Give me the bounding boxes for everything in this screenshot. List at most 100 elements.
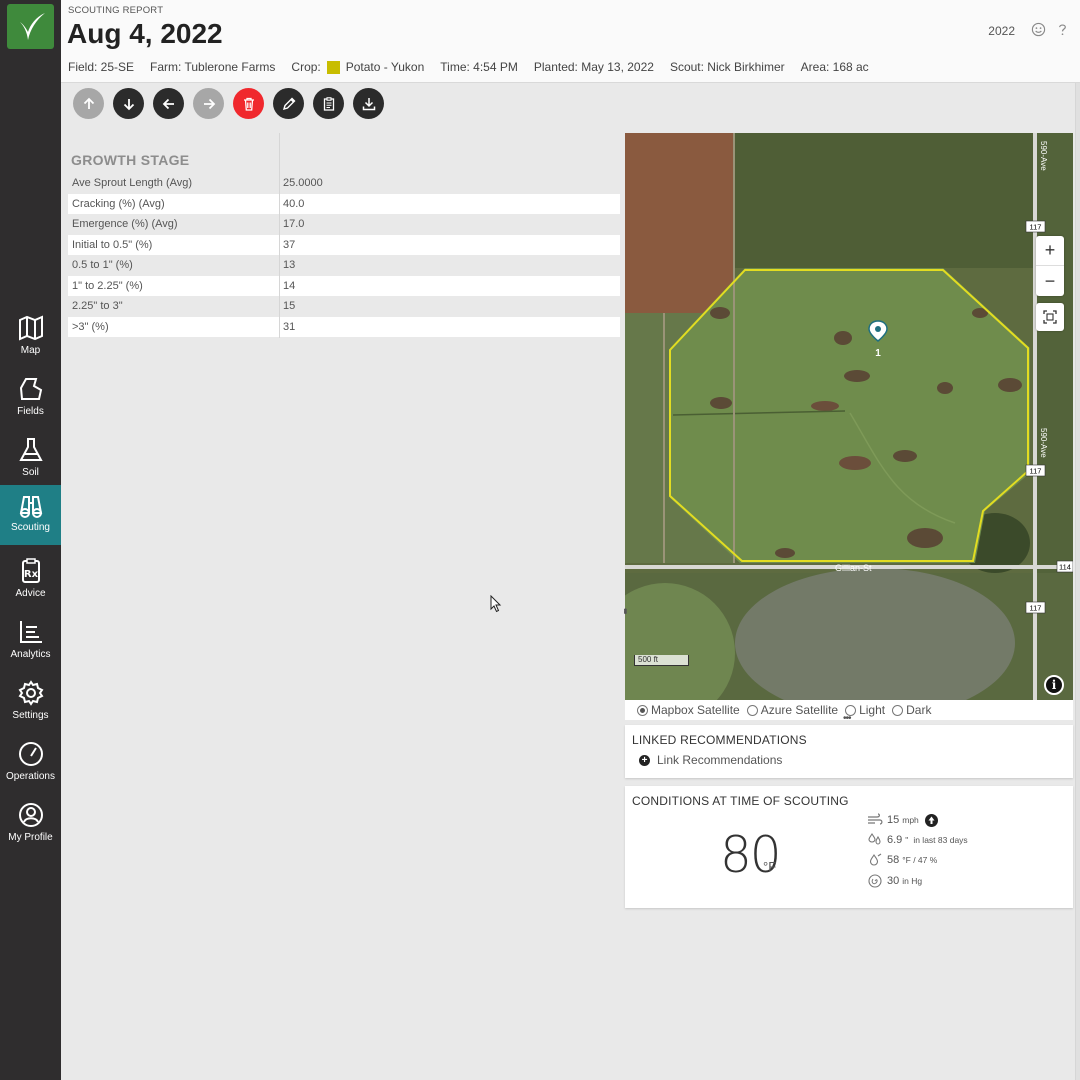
sidebar-item-analytics[interactable]: Analytics bbox=[0, 612, 61, 672]
meta-scout: Scout: Nick Birkhimer bbox=[669, 60, 785, 74]
precipitation-value: 6.9 bbox=[887, 834, 903, 846]
linked-recommendations-card: LINKED RECOMMENDATIONS + Link Recommenda… bbox=[625, 725, 1073, 778]
clipboard-button[interactable] bbox=[313, 88, 344, 119]
conditions-card: CONDITIONS AT TIME OF SCOUTING 80 °F 15 … bbox=[625, 786, 1073, 908]
trash-icon bbox=[243, 97, 254, 111]
zoom-in-button[interactable]: + bbox=[1036, 236, 1064, 266]
sidebar-item-label: My Profile bbox=[8, 832, 53, 843]
arrow-down-icon bbox=[123, 98, 134, 110]
pressure-value: 30 bbox=[887, 875, 900, 887]
download-button[interactable] bbox=[353, 88, 384, 119]
sidebar-item-settings[interactable]: Settings bbox=[0, 673, 61, 733]
smiley-feedback-icon[interactable] bbox=[1031, 22, 1046, 37]
road-label-gillian: Gillian-St bbox=[835, 563, 872, 573]
map-info-button[interactable]: i bbox=[1044, 675, 1064, 695]
row-label: >3" (%) bbox=[72, 320, 109, 333]
sidebar: Map Fields Soil Scouting Rx Advice Analy… bbox=[0, 0, 61, 1080]
sidebar-item-label: Scouting bbox=[11, 522, 50, 533]
card-title: LINKED RECOMMENDATIONS bbox=[632, 733, 807, 747]
meta-field: Field: 25-SE bbox=[68, 60, 135, 74]
binoculars-icon bbox=[19, 496, 42, 518]
delete-button[interactable] bbox=[233, 88, 264, 119]
basemap-option-dark[interactable]: Dark bbox=[892, 703, 931, 717]
row-value: 31 bbox=[283, 320, 296, 333]
sidebar-item-label: Analytics bbox=[10, 649, 51, 660]
field-icon bbox=[19, 378, 42, 400]
satellite-imagery: Gillian-St 590-Ave 590-Ave 117 117 117 1… bbox=[625, 133, 1073, 700]
panel-resize-handle[interactable]: ••• bbox=[843, 713, 851, 724]
meta-time: Time: 4:54 PM bbox=[440, 60, 518, 74]
sidebar-item-scouting[interactable]: Scouting bbox=[0, 485, 61, 545]
sidebar-item-map[interactable]: Map bbox=[0, 308, 61, 368]
report-header: SCOUTING REPORT Aug 4, 2022 Field: 25-SE… bbox=[61, 0, 1080, 83]
link-recommendations-button[interactable]: + Link Recommendations bbox=[625, 747, 1073, 773]
row-value: 25.0000 bbox=[283, 177, 323, 190]
table-row: Cracking (%) (Avg) 40.0 bbox=[68, 193, 620, 214]
pressure-reading: 30 in Hg bbox=[867, 874, 922, 888]
basemap-option-label: Dark bbox=[906, 703, 932, 717]
basemap-option-azure-satellite[interactable]: Azure Satellite bbox=[746, 703, 839, 717]
precipitation-reading: 6.9 " in last 83 days bbox=[867, 833, 968, 847]
dewpoint-value: 58 bbox=[887, 854, 900, 866]
sidebar-item-operations[interactable]: Operations bbox=[0, 734, 61, 794]
flask-icon bbox=[18, 438, 43, 461]
arrow-right-icon bbox=[203, 98, 215, 109]
wind-speed: 15 bbox=[887, 814, 900, 826]
row-label: 2.25" to 3" bbox=[72, 300, 123, 313]
growth-stage-table: GROWTH STAGE Ave Sprout Length (Avg) 25.0… bbox=[68, 133, 620, 338]
app-logo[interactable] bbox=[7, 4, 54, 49]
arrow-up-icon bbox=[83, 97, 94, 109]
sidebar-item-my-profile[interactable]: My Profile bbox=[0, 795, 61, 855]
route-shield-117: 117 bbox=[1030, 467, 1042, 476]
precipitation-unit: " bbox=[905, 835, 909, 845]
table-row: Emergence (%) (Avg) 17.0 bbox=[68, 214, 620, 235]
fit-bounds-button[interactable] bbox=[1036, 303, 1064, 331]
wind-reading: 15 mph bbox=[867, 813, 942, 827]
map-icon bbox=[18, 315, 43, 341]
clipboard-icon bbox=[323, 96, 334, 111]
sidebar-item-soil[interactable]: Soil bbox=[0, 430, 61, 490]
plus-circle-icon: + bbox=[639, 754, 650, 766]
row-value: 17.0 bbox=[283, 218, 305, 231]
report-meta: Field: 25-SE Farm: Tublerone Farms Crop:… bbox=[68, 60, 885, 74]
meta-area: Area: 168 ac bbox=[800, 60, 869, 74]
satellite-map[interactable]: Gillian-St 590-Ave 590-Ave 117 117 117 1… bbox=[625, 133, 1073, 700]
next-button[interactable] bbox=[193, 88, 224, 119]
radio-button[interactable] bbox=[637, 704, 648, 716]
year-selector[interactable]: 2022 bbox=[988, 24, 1015, 38]
row-value: 14 bbox=[283, 279, 296, 292]
raindrops-icon bbox=[868, 833, 881, 845]
mouse-cursor-icon bbox=[490, 595, 502, 613]
column-divider bbox=[279, 133, 280, 338]
dewpoint-unit: °F / 47 % bbox=[902, 855, 938, 865]
download-icon bbox=[362, 97, 375, 110]
row-label: Emergence (%) (Avg) bbox=[72, 218, 178, 231]
sidebar-item-label: Soil bbox=[22, 467, 39, 478]
sidebar-item-advice[interactable]: Rx Advice bbox=[0, 551, 61, 611]
dewpoint-reading: 58 °F / 47 % bbox=[867, 853, 937, 867]
move-down-button[interactable] bbox=[113, 88, 144, 119]
column-resize-handle[interactable]: ••• bbox=[619, 608, 630, 613]
edit-button[interactable] bbox=[273, 88, 304, 119]
road-label-590: 590-Ave bbox=[1039, 428, 1048, 458]
radio-button[interactable] bbox=[746, 704, 758, 716]
zoom-out-button[interactable]: − bbox=[1036, 266, 1064, 296]
row-value: 40.0 bbox=[283, 197, 305, 210]
report-toolbar bbox=[73, 88, 393, 120]
help-icon[interactable] bbox=[1055, 22, 1070, 37]
previous-button[interactable] bbox=[153, 88, 184, 119]
row-value: 37 bbox=[283, 238, 296, 251]
basemap-option-mapbox-satellite[interactable]: Mapbox Satellite bbox=[637, 703, 740, 717]
basemap-option-light[interactable]: Light bbox=[845, 703, 885, 717]
svg-text:Rx: Rx bbox=[23, 569, 38, 580]
sidebar-item-fields[interactable]: Fields bbox=[0, 369, 61, 429]
link-recommendations-label: Link Recommendations bbox=[657, 753, 783, 767]
route-shield-114: 114 bbox=[1059, 563, 1071, 572]
basemap-option-label: Azure Satellite bbox=[760, 703, 839, 717]
move-up-button[interactable] bbox=[73, 88, 104, 119]
sidebar-item-label: Fields bbox=[17, 406, 44, 417]
prescription-icon: Rx bbox=[21, 558, 40, 583]
radio-button[interactable] bbox=[892, 704, 904, 716]
table-row: 1" to 2.25" (%) 14 bbox=[68, 275, 620, 296]
temperature-unit: °F bbox=[763, 859, 777, 874]
